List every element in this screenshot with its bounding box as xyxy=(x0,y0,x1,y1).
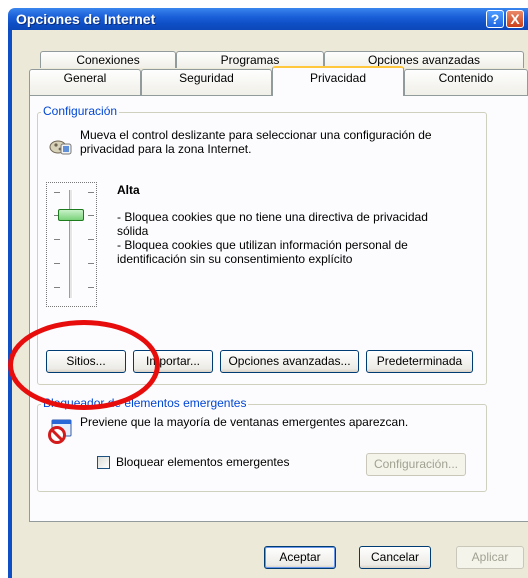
tab-general[interactable]: General xyxy=(29,69,141,95)
popup-settings-button[interactable]: Configuración... xyxy=(366,453,466,476)
block-popups-label[interactable]: Bloquear elementos emergentes xyxy=(116,455,289,469)
tab-contenido[interactable]: Contenido xyxy=(404,69,528,95)
slider-tick xyxy=(88,215,94,216)
privacy-slider-thumb[interactable] xyxy=(58,209,84,221)
default-button[interactable]: Predeterminada xyxy=(366,350,473,373)
popup-description: Previene que la mayoría de ventanas emer… xyxy=(80,415,409,429)
privacy-icon xyxy=(49,140,72,155)
cancel-button[interactable]: Cancelar xyxy=(359,546,431,569)
tab-seguridad[interactable]: Seguridad xyxy=(141,69,272,95)
slider-tick xyxy=(88,239,94,240)
slider-tick xyxy=(54,263,60,264)
tab-conexiones[interactable]: Conexiones xyxy=(40,51,176,68)
annotation-ellipse xyxy=(8,320,160,410)
privacy-level-detail-2: - Bloquea cookies que utilizan informaci… xyxy=(117,238,408,266)
window-title: Opciones de Internet xyxy=(16,11,156,27)
slider-tick xyxy=(54,192,60,193)
block-popups-checkbox[interactable] xyxy=(97,456,110,469)
title-bar[interactable]: Opciones de Internet ? X xyxy=(8,8,528,30)
popup-blocker-icon xyxy=(48,419,72,444)
tab-privacidad[interactable]: Privacidad xyxy=(272,66,404,96)
privacy-level-detail-1: - Bloquea cookies que no tiene una direc… xyxy=(117,210,428,238)
privacy-level-title: Alta xyxy=(117,183,140,197)
advanced-options-button[interactable]: Opciones avanzadas... xyxy=(220,350,359,373)
slider-tick xyxy=(54,287,60,288)
privacy-slider-track[interactable] xyxy=(69,190,73,298)
apply-button[interactable]: Aplicar xyxy=(456,546,524,569)
config-description: Mueva el control deslizante para selecci… xyxy=(80,128,432,156)
help-button[interactable]: ? xyxy=(486,10,504,28)
slider-tick xyxy=(88,263,94,264)
slider-tick xyxy=(88,287,94,288)
config-legend: Configuración xyxy=(41,104,120,118)
slider-tick xyxy=(88,192,94,193)
close-button[interactable]: X xyxy=(506,10,524,28)
accept-button[interactable]: Aceptar xyxy=(264,546,336,569)
slider-tick xyxy=(54,239,60,240)
